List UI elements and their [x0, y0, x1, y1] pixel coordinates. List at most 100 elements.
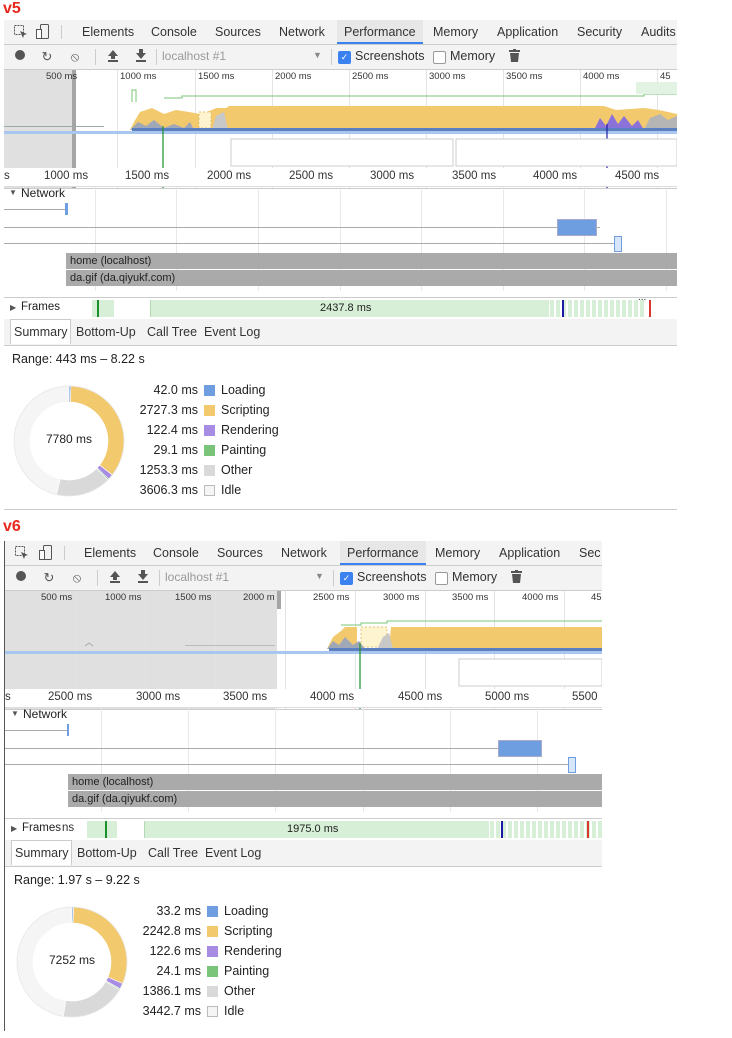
load-profile-icon[interactable] [107, 570, 123, 586]
memory-checkbox[interactable] [433, 51, 446, 64]
trash-icon[interactable] [506, 49, 522, 65]
device-toolbar-icon[interactable] [36, 24, 50, 40]
network-request-bar[interactable] [65, 203, 68, 215]
device-toolbar-icon[interactable] [39, 545, 53, 561]
tab-event-log[interactable]: Event Log [205, 840, 261, 866]
ruler-tick: s [4, 170, 10, 182]
tab-summary[interactable]: Summary [11, 840, 73, 865]
legend-swatch [204, 485, 215, 496]
load-profile-icon[interactable] [105, 49, 121, 65]
tab-sources[interactable]: Sources [217, 541, 263, 565]
range-text: Range: 443 ms – 8.22 s [12, 352, 145, 366]
expand-triangle-icon[interactable]: ▶ [10, 303, 16, 312]
tab-network[interactable]: Network [279, 20, 325, 44]
devtools-tab-bar: Elements Console Sources Network Perform… [4, 20, 677, 45]
target-select[interactable]: localhost #1 [165, 569, 327, 586]
tab-security[interactable]: Security [577, 20, 622, 44]
legend-row-other: 1253.3 ms Other [124, 463, 324, 479]
tab-application[interactable]: Application [499, 541, 560, 565]
legend-row-loading: 33.2 ms Loading [127, 904, 327, 920]
legend-label: Painting [224, 964, 270, 978]
summary-tab-bar: Summary Bottom-Up Call Tree Event Log [5, 840, 602, 867]
tab-memory[interactable]: Memory [435, 541, 480, 565]
tab-audits[interactable]: Audits [641, 20, 676, 44]
ruler-tick: 4000 ms [533, 170, 578, 182]
legend-label: Rendering [224, 944, 282, 958]
record-icon[interactable] [13, 570, 29, 586]
tab-security[interactable]: Sec [579, 541, 601, 565]
tab-sources[interactable]: Sources [215, 20, 261, 44]
range-text: Range: 1.97 s – 9.22 s [14, 873, 140, 887]
donut-slice-other [62, 981, 120, 1018]
inspect-element-icon[interactable] [15, 546, 28, 559]
frame-duration: 2437.8 ms [320, 302, 372, 314]
toolbar-separator [156, 49, 157, 65]
frames-track[interactable]: ▶ Frames 2437.8 ms ... [4, 292, 677, 321]
tab-event-log[interactable]: Event Log [204, 319, 260, 345]
tab-call-tree[interactable]: Call Tree [148, 840, 198, 866]
inspect-element-icon[interactable] [14, 25, 27, 38]
frame-duration: 1975.0 ms [287, 823, 339, 835]
frames-track[interactable]: ▶ Frames ns 1975.0 ms [5, 818, 602, 842]
save-profile-icon[interactable] [133, 49, 149, 65]
reload-record-icon[interactable]: ↻ [41, 570, 57, 586]
reload-record-icon[interactable]: ↻ [39, 49, 55, 65]
tab-bottom-up[interactable]: Bottom-Up [76, 319, 136, 345]
version-label-v6: v6 [3, 518, 21, 535]
clear-icon[interactable]: ⦸ [67, 49, 83, 65]
memory-label: Memory [450, 49, 496, 63]
screenshots-checkbox[interactable]: ✓ [340, 572, 353, 585]
network-track-label[interactable]: Network [21, 186, 65, 200]
toolbar-separator [333, 570, 334, 586]
network-request-bar[interactable] [67, 724, 69, 736]
clear-icon[interactable]: ⦸ [69, 570, 85, 586]
network-request-bar[interactable] [614, 236, 622, 252]
legend-swatch [207, 1006, 218, 1017]
save-profile-icon[interactable] [135, 570, 151, 586]
expand-triangle-icon[interactable]: ▼ [11, 709, 19, 718]
tab-console[interactable]: Console [151, 20, 197, 44]
tab-memory[interactable]: Memory [433, 20, 478, 44]
tab-call-tree[interactable]: Call Tree [147, 319, 197, 345]
request-home[interactable]: home (localhost) [68, 774, 602, 790]
ruler-tick: 3000 ms [136, 691, 181, 703]
donut-slice-scripting [70, 385, 125, 476]
ruler-tick: 5000 ms [485, 691, 530, 703]
legend-swatch [207, 946, 218, 957]
target-select[interactable]: localhost #1 [162, 48, 324, 65]
tab-summary[interactable]: Summary [10, 319, 72, 344]
network-request-bar[interactable] [557, 219, 597, 236]
summary-legend: 42.0 ms Loading 2727.3 ms Scripting 122.4 ms… [124, 381, 324, 501]
network-section: ▼ Network home (localhost) da.gif (da.qi… [5, 707, 602, 812]
legend-row-loading: 42.0 ms Loading [124, 383, 324, 399]
legend-label: Other [221, 463, 253, 477]
request-da-gif[interactable]: da.gif (da.qiyukf.com) [68, 791, 602, 807]
memory-checkbox[interactable] [435, 572, 448, 585]
devtools-panel-v6: Elements Console Sources Network Perform… [4, 541, 602, 1031]
tab-performance[interactable]: Performance [340, 541, 426, 565]
record-icon[interactable] [12, 49, 28, 65]
tab-network[interactable]: Network [281, 541, 327, 565]
network-track-label[interactable]: Network [23, 707, 67, 721]
legend-swatch [207, 926, 218, 937]
toolbar-separator [159, 570, 160, 586]
tab-elements[interactable]: Elements [84, 541, 136, 565]
tab-performance[interactable]: Performance [337, 20, 423, 44]
network-request-bar[interactable] [498, 740, 542, 757]
tab-application[interactable]: Application [497, 20, 558, 44]
chevron-down-icon[interactable]: ▼ [315, 571, 324, 581]
network-request-bar[interactable] [568, 757, 576, 773]
legend-row-idle: 3606.3 ms Idle [124, 483, 324, 499]
trash-icon[interactable] [508, 570, 524, 586]
tab-console[interactable]: Console [153, 541, 199, 565]
performance-toolbar: ↻ ⦸ localhost #1 ▼ ✓ Screenshots Memory [4, 45, 677, 70]
screenshots-checkbox[interactable]: ✓ [338, 51, 351, 64]
request-home[interactable]: home (localhost) [66, 253, 677, 269]
tab-bottom-up[interactable]: Bottom-Up [77, 840, 137, 866]
legend-row-rendering: 122.6 ms Rendering [127, 944, 327, 960]
tab-elements[interactable]: Elements [82, 20, 134, 44]
chevron-down-icon[interactable]: ▼ [313, 50, 322, 60]
request-da-gif[interactable]: da.gif (da.qiyukf.com) [66, 270, 677, 286]
expand-triangle-icon[interactable]: ▼ [9, 188, 17, 197]
expand-triangle-icon[interactable]: ▶ [11, 824, 17, 833]
